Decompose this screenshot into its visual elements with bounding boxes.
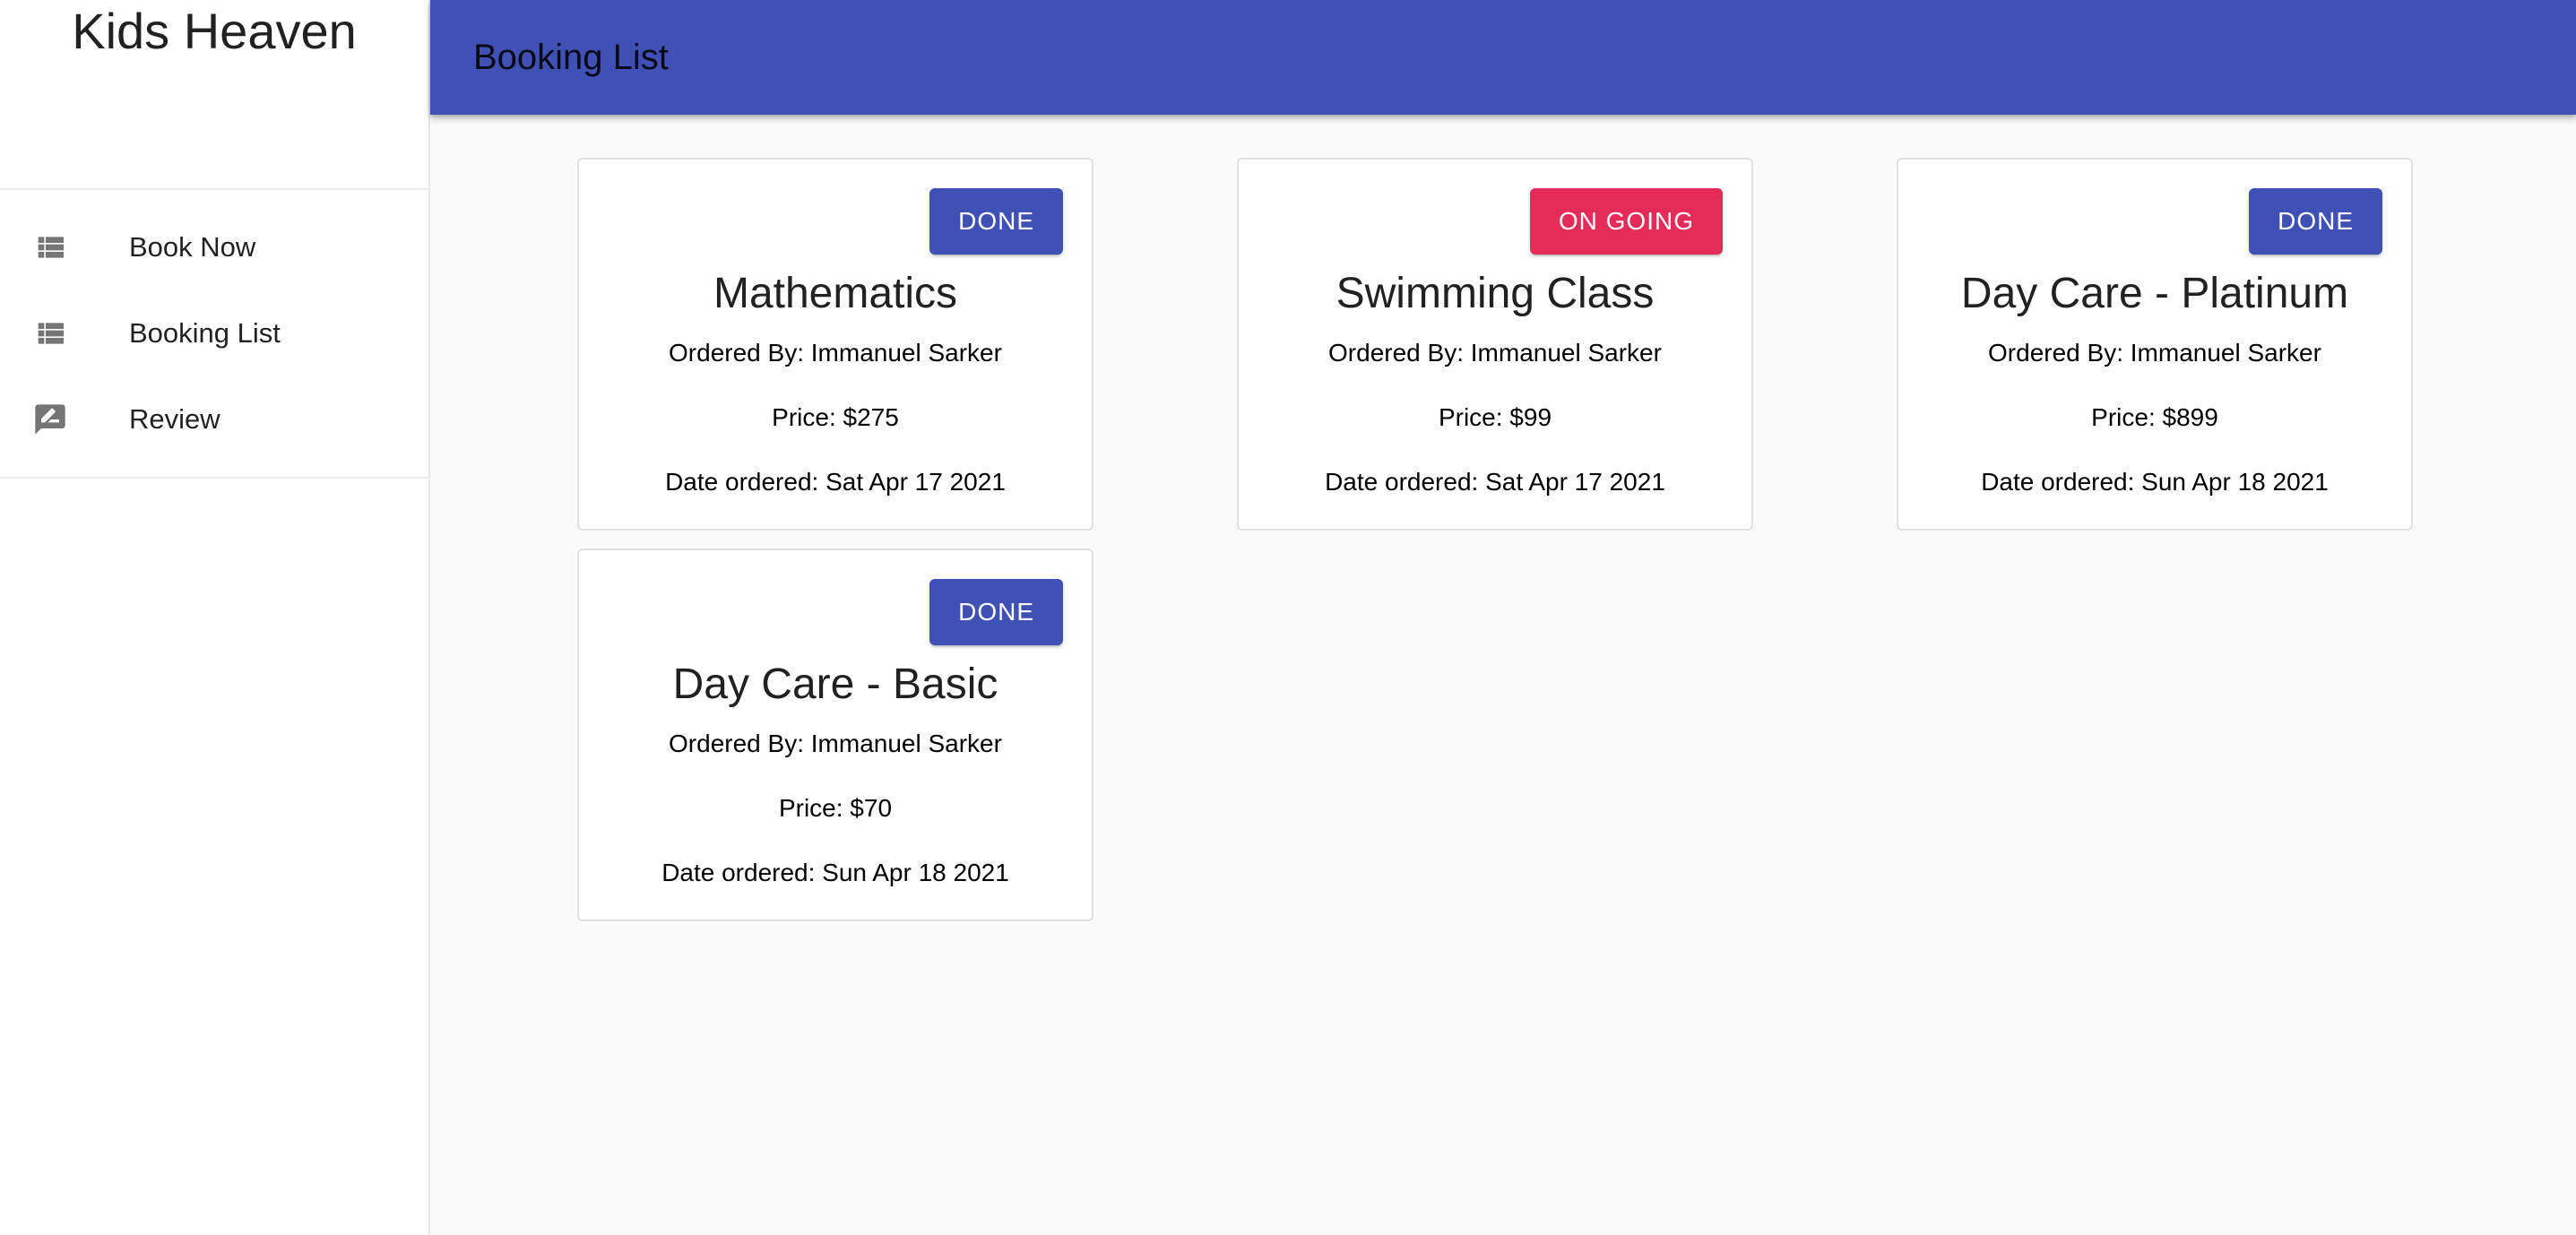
booking-card: DONE Mathematics Ordered By: Immanuel Sa… xyxy=(577,158,1094,531)
status-button[interactable]: DONE xyxy=(2249,188,2382,255)
booking-title: Day Care - Platinum xyxy=(1960,270,2349,317)
sidebar: Kids Heaven Book Now Booking List Review xyxy=(0,0,430,1235)
sidebar-item-label: Review xyxy=(129,403,220,435)
app-bar: Booking List xyxy=(430,0,2576,115)
status-button[interactable]: DONE xyxy=(929,188,1063,255)
sidebar-item-label: Booking List xyxy=(129,317,281,349)
booking-card: DONE Day Care - Platinum Ordered By: Imm… xyxy=(1897,158,2413,531)
date-ordered: Date ordered: Sat Apr 17 2021 xyxy=(1325,468,1665,496)
status-button[interactable]: DONE xyxy=(929,579,1063,645)
sidebar-item-review[interactable]: Review xyxy=(0,376,428,462)
list-icon xyxy=(32,315,68,351)
list-icon xyxy=(32,229,68,265)
booking-title: Mathematics xyxy=(713,270,958,317)
sidebar-nav: Book Now Booking List Review xyxy=(0,190,428,479)
sidebar-item-label: Book Now xyxy=(129,231,256,263)
sidebar-item-booking-list[interactable]: Booking List xyxy=(0,290,428,376)
ordered-by: Ordered By: Immanuel Sarker xyxy=(669,730,1002,757)
price: Price: $99 xyxy=(1438,403,1552,431)
page-title: Booking List xyxy=(473,37,669,77)
booking-card: DONE Day Care - Basic Ordered By: Immanu… xyxy=(577,548,1094,921)
app-root: Kids Heaven Book Now Booking List Review xyxy=(0,0,2576,1235)
rate-review-icon xyxy=(32,402,68,437)
ordered-by: Ordered By: Immanuel Sarker xyxy=(1328,339,1662,367)
booking-list: DONE Mathematics Ordered By: Immanuel Sa… xyxy=(430,115,2576,1235)
ordered-by: Ordered By: Immanuel Sarker xyxy=(1988,339,2321,367)
ordered-by: Ordered By: Immanuel Sarker xyxy=(669,339,1002,367)
sidebar-item-book-now[interactable]: Book Now xyxy=(0,204,428,290)
price: Price: $70 xyxy=(778,794,893,822)
booking-title: Swimming Class xyxy=(1336,270,1655,317)
date-ordered: Date ordered: Sat Apr 17 2021 xyxy=(665,468,1006,496)
brand-area: Kids Heaven xyxy=(0,0,428,190)
date-ordered: Date ordered: Sun Apr 18 2021 xyxy=(1981,468,2329,496)
status-button[interactable]: ON GOING xyxy=(1529,188,1723,255)
date-ordered: Date ordered: Sun Apr 18 2021 xyxy=(661,859,1009,886)
price: Price: $899 xyxy=(2091,403,2218,431)
booking-title: Day Care - Basic xyxy=(672,661,998,708)
price: Price: $275 xyxy=(772,403,899,431)
booking-card: ON GOING Swimming Class Ordered By: Imma… xyxy=(1237,158,1753,531)
brand-title: Kids Heaven xyxy=(72,3,357,59)
